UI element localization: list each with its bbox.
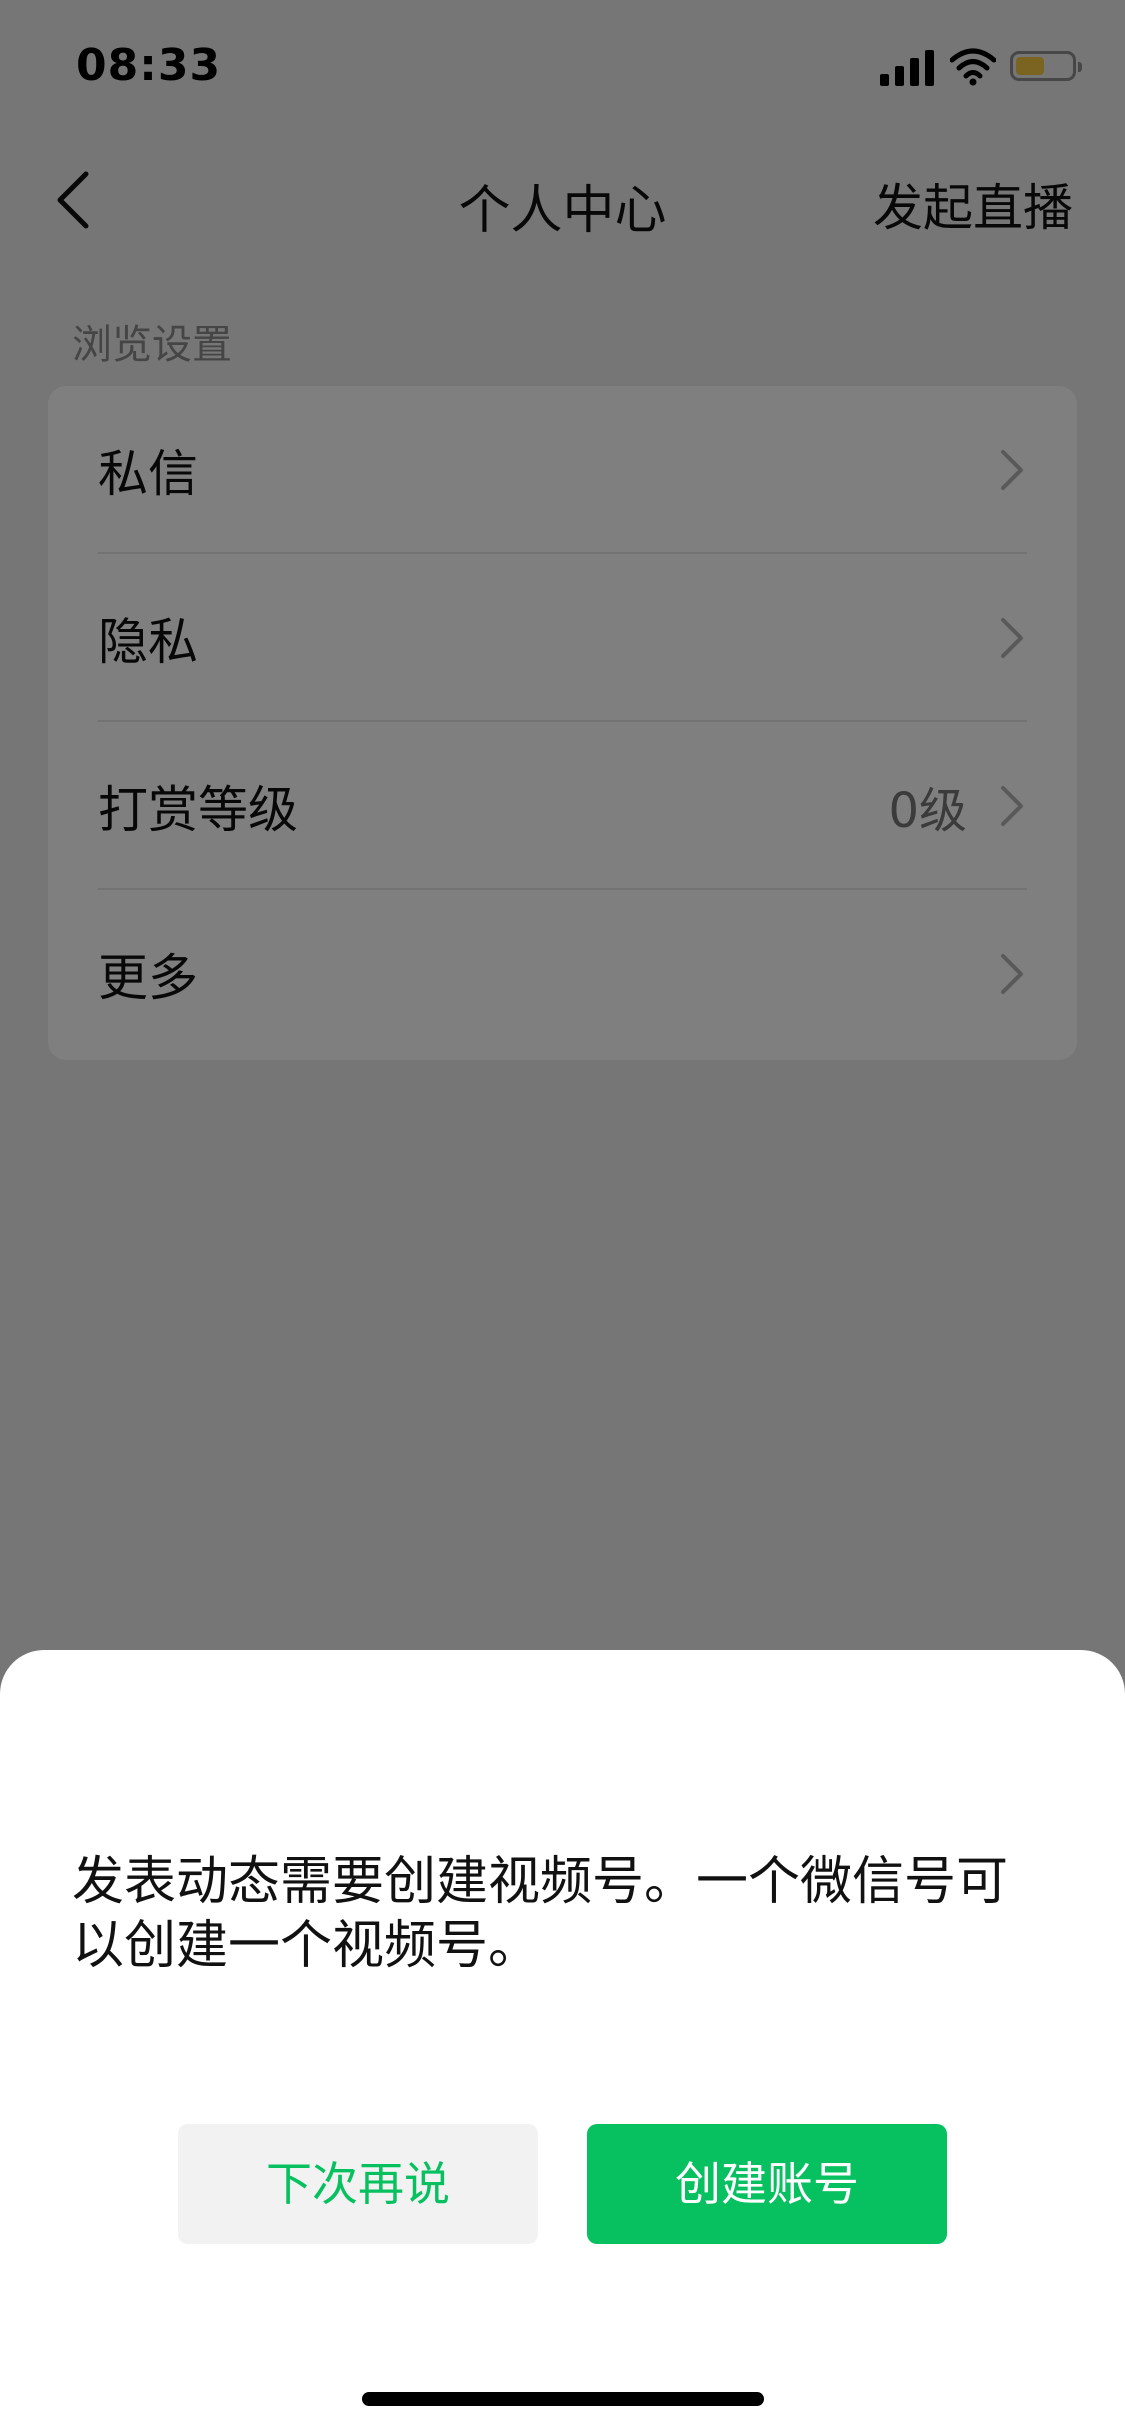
home-indicator[interactable] <box>362 2392 764 2406</box>
later-button[interactable]: 下次再说 <box>178 2124 538 2244</box>
dialog-message: 发表动态需要创建视频号。一个微信号可以创建一个视频号。 <box>72 1852 1009 1976</box>
create-account-button[interactable]: 创建账号 <box>587 2124 947 2244</box>
create-channel-sheet: 发表动态需要创建视频号。一个微信号可以创建一个视频号。 下次再说 创建账号 <box>0 1650 1125 2436</box>
